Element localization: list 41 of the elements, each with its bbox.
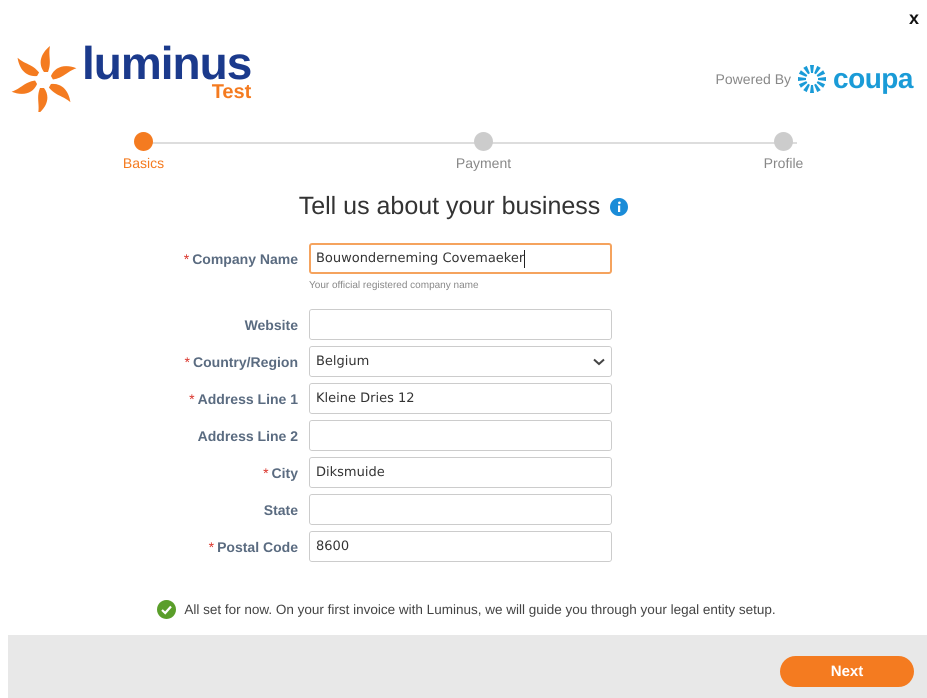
field-value: Belgium [316,354,370,369]
required-mark: * [189,391,195,407]
input-field[interactable]: Kleine Dries 12 [309,383,612,414]
field-label: Website [244,317,298,333]
field-value: Bouwonderneming Covemaeker [316,251,524,266]
chevron-down-icon [593,358,605,366]
environment-tag: Test [212,82,252,102]
required-mark: * [263,465,269,481]
progress-step[interactable]: Payment [454,132,514,171]
logo-wordmark: luminus [82,42,252,84]
input-field[interactable]: 8600 [309,531,612,562]
field-label: City [272,465,298,481]
input-field[interactable] [309,309,612,340]
required-mark: * [184,354,190,370]
field-value: Kleine Dries 12 [316,391,415,406]
field-label: Address Line 1 [198,391,298,407]
powered-by-label: Powered By [716,71,792,87]
notice-text: All set for now. On your first invoice with Luminus, we will guide you through your legal entity setup. [184,602,776,617]
input-field[interactable]: Bouwonderneming Covemaeker [309,243,612,274]
snowflake-icon [797,64,828,94]
field-label: State [264,502,298,518]
progress-step[interactable]: Profile [754,132,814,171]
text-cursor [524,250,526,268]
input-field[interactable]: Diksmuide [309,457,612,488]
brand-wordmark: coupa [833,65,913,93]
field-value: Diksmuide [316,465,385,480]
checkmark-icon [157,600,176,619]
required-mark: * [184,251,190,267]
field-label: Postal Code [217,539,298,555]
field-label: Address Line 2 [198,428,298,444]
required-mark: * [208,539,214,555]
field-value: 8600 [316,539,350,554]
field-label: Country/Region [193,354,298,370]
close-button[interactable]: x [906,8,921,28]
page-title: Tell us about your business [298,192,600,221]
info-icon[interactable] [610,198,628,216]
input-field[interactable] [309,494,612,525]
country-dropdown[interactable]: Belgium [309,346,612,377]
input-field[interactable] [309,420,612,451]
field-label: Company Name [192,251,298,267]
field-hint: Your official registered company name [309,280,480,291]
